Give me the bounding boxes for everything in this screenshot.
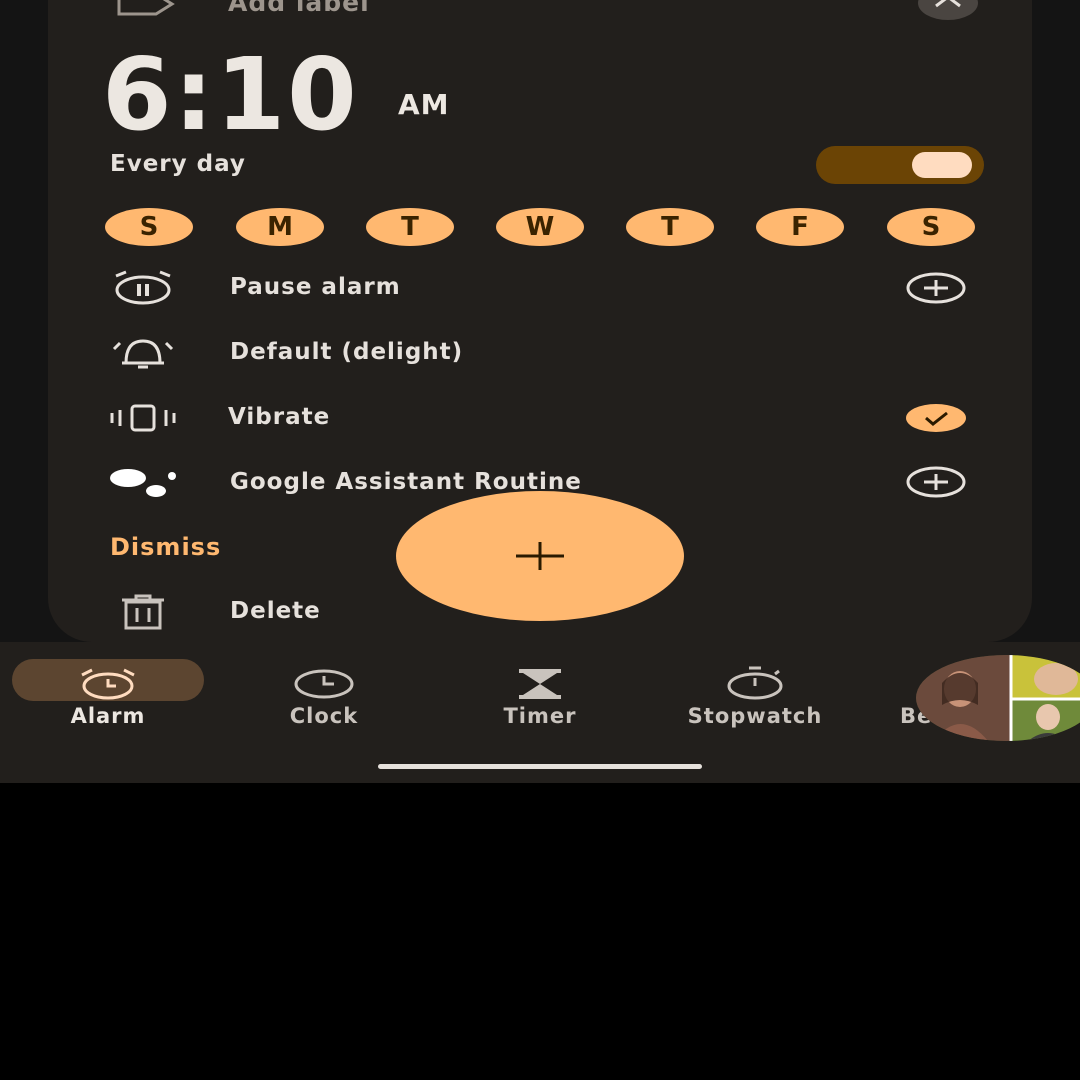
google-assistant-icon bbox=[108, 462, 178, 502]
dismiss-label[interactable]: Dismiss bbox=[110, 533, 221, 561]
alarm-icon bbox=[8, 660, 208, 700]
day-chip-tuesday[interactable]: T bbox=[366, 208, 454, 246]
day-chip-thursday[interactable]: T bbox=[626, 208, 714, 246]
add-alarm-fab[interactable] bbox=[396, 491, 684, 621]
add-label-field[interactable]: Add label bbox=[228, 0, 370, 17]
trash-icon[interactable] bbox=[108, 592, 178, 632]
collapse-chevron-icon bbox=[935, 0, 961, 8]
alarm-time[interactable]: 6:10 bbox=[102, 45, 359, 145]
clock-app-screen: Add label 6:10 AM Every day S M T W T F … bbox=[0, 0, 1080, 783]
check-icon bbox=[925, 411, 948, 426]
add-icon bbox=[516, 542, 564, 570]
nav-label-clock: Clock bbox=[289, 704, 359, 728]
nav-tab-stopwatch[interactable]: Stopwatch bbox=[655, 660, 855, 730]
stopwatch-icon bbox=[655, 660, 855, 700]
nav-label-stopwatch: Stopwatch bbox=[687, 704, 823, 728]
vibrate-checkbox[interactable] bbox=[906, 404, 966, 432]
repeat-text: Every day bbox=[110, 151, 246, 177]
clock-icon bbox=[224, 660, 424, 700]
label-icon bbox=[116, 0, 176, 18]
day-chip-monday[interactable]: M bbox=[236, 208, 324, 246]
toggle-knob bbox=[912, 152, 972, 178]
vibrate-label[interactable]: Vibrate bbox=[228, 404, 330, 430]
nav-label-timer: Timer bbox=[503, 704, 577, 728]
pause-alarm-add-button[interactable] bbox=[906, 272, 966, 304]
nav-label-alarm: Alarm bbox=[70, 704, 146, 728]
nav-tab-alarm[interactable]: Alarm bbox=[8, 660, 208, 730]
gesture-handle[interactable] bbox=[378, 764, 702, 769]
bottom-navigation: Alarm Clock Timer Stopwatch Be bbox=[0, 642, 1080, 783]
nav-tab-clock[interactable]: Clock bbox=[224, 660, 424, 730]
delete-label[interactable]: Delete bbox=[230, 598, 321, 624]
pause-alarm-icon bbox=[108, 268, 178, 308]
hourglass-icon bbox=[440, 660, 640, 700]
day-chip-friday[interactable]: F bbox=[756, 208, 844, 246]
alarm-ampm[interactable]: AM bbox=[398, 88, 450, 121]
day-chip-sunday[interactable]: S bbox=[105, 208, 193, 246]
vibrate-icon bbox=[108, 398, 178, 438]
collapse-button[interactable] bbox=[918, 0, 978, 20]
bell-icon bbox=[108, 333, 178, 373]
assistant-add-button[interactable] bbox=[906, 466, 966, 498]
alarm-enabled-toggle[interactable] bbox=[816, 146, 984, 184]
day-chip-saturday[interactable]: S bbox=[887, 208, 975, 246]
day-chip-wednesday[interactable]: W bbox=[496, 208, 584, 246]
nav-tab-timer[interactable]: Timer bbox=[440, 660, 640, 730]
add-circle-icon bbox=[906, 272, 966, 304]
alarm-sound-label[interactable]: Default (delight) bbox=[230, 339, 463, 365]
pause-alarm-label[interactable]: Pause alarm bbox=[230, 274, 401, 300]
add-circle-icon bbox=[906, 466, 966, 498]
